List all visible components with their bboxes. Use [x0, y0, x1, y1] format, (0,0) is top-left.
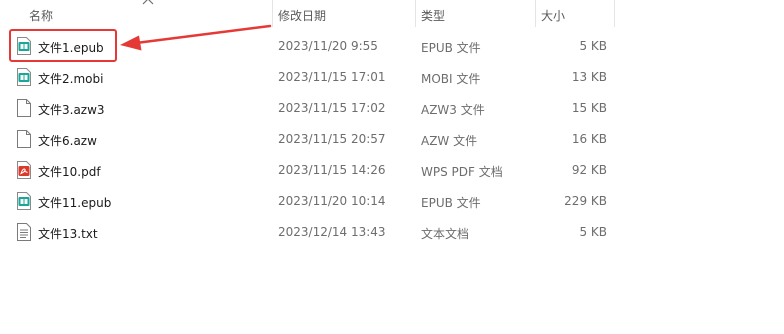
column-header-size[interactable]: 大小	[541, 7, 565, 24]
file-row[interactable]: 文件1.epub 2023/11/20 9:55 EPUB 文件 5 KB	[0, 31, 784, 62]
file-name: 文件3.azw3	[38, 103, 105, 117]
file-row[interactable]: 文件13.txt 2023/12/14 13:43 文本文档 5 KB	[0, 217, 784, 248]
file-name: 文件11.epub	[38, 196, 112, 210]
file-type: 文本文档	[421, 227, 470, 241]
file-name: 文件10.pdf	[38, 165, 101, 179]
column-header-type[interactable]: 类型	[421, 7, 445, 24]
file-row[interactable]: 文件2.mobi 2023/11/15 17:01 MOBI 文件 13 KB	[0, 62, 784, 93]
file-size: 16 KB	[571, 132, 607, 146]
file-type: WPS PDF 文档	[421, 165, 503, 179]
file-type: EPUB 文件	[421, 196, 481, 210]
file-modified-date: 2023/12/14 13:43	[278, 225, 386, 239]
file-modified-date: 2023/11/15 17:02	[278, 101, 386, 115]
text-file-icon	[17, 223, 31, 241]
blank-file-icon	[17, 130, 31, 148]
column-header-name[interactable]: 名称	[29, 7, 53, 24]
file-row[interactable]: 文件3.azw3 2023/11/15 17:02 AZW3 文件 15 KB	[0, 93, 784, 124]
file-modified-date: 2023/11/15 17:01	[278, 70, 386, 84]
file-size: 92 KB	[571, 163, 607, 177]
file-modified-date: 2023/11/20 9:55	[278, 39, 378, 53]
file-modified-date: 2023/11/15 20:57	[278, 132, 386, 146]
file-row[interactable]: 文件10.pdf 2023/11/15 14:26 WPS PDF 文档 92 KB	[0, 155, 784, 186]
file-name: 文件2.mobi	[38, 72, 104, 86]
pdf-file-icon	[17, 161, 31, 179]
file-size: 13 KB	[571, 70, 607, 84]
file-row[interactable]: 文件11.epub 2023/11/20 10:14 EPUB 文件 229 KB	[0, 186, 784, 217]
mobi-file-icon	[17, 68, 31, 86]
column-divider[interactable]	[614, 0, 615, 27]
column-divider[interactable]	[415, 0, 416, 27]
column-header-date[interactable]: 修改日期	[278, 7, 326, 24]
file-size: 5 KB	[579, 225, 607, 239]
epub-file-icon	[17, 192, 31, 210]
file-modified-date: 2023/11/20 10:14	[278, 194, 386, 208]
file-modified-date: 2023/11/15 14:26	[278, 163, 386, 177]
sort-chevron-up-icon[interactable]	[141, 0, 155, 7]
file-name: 文件13.txt	[38, 227, 98, 241]
file-type: MOBI 文件	[421, 72, 481, 86]
file-type: EPUB 文件	[421, 41, 481, 55]
column-divider[interactable]	[535, 0, 536, 27]
file-type: AZW3 文件	[421, 103, 485, 117]
annotation-highlight-box	[9, 29, 117, 62]
column-divider[interactable]	[272, 0, 273, 27]
file-row[interactable]: 文件6.azw 2023/11/15 20:57 AZW 文件 16 KB	[0, 124, 784, 155]
blank-file-icon	[17, 99, 31, 117]
file-name: 文件6.azw	[38, 134, 97, 148]
file-size: 15 KB	[571, 101, 607, 115]
file-size: 5 KB	[579, 39, 607, 53]
file-size: 229 KB	[564, 194, 607, 208]
column-header-bar: 名称 修改日期 类型 大小	[0, 0, 784, 27]
file-type: AZW 文件	[421, 134, 478, 148]
